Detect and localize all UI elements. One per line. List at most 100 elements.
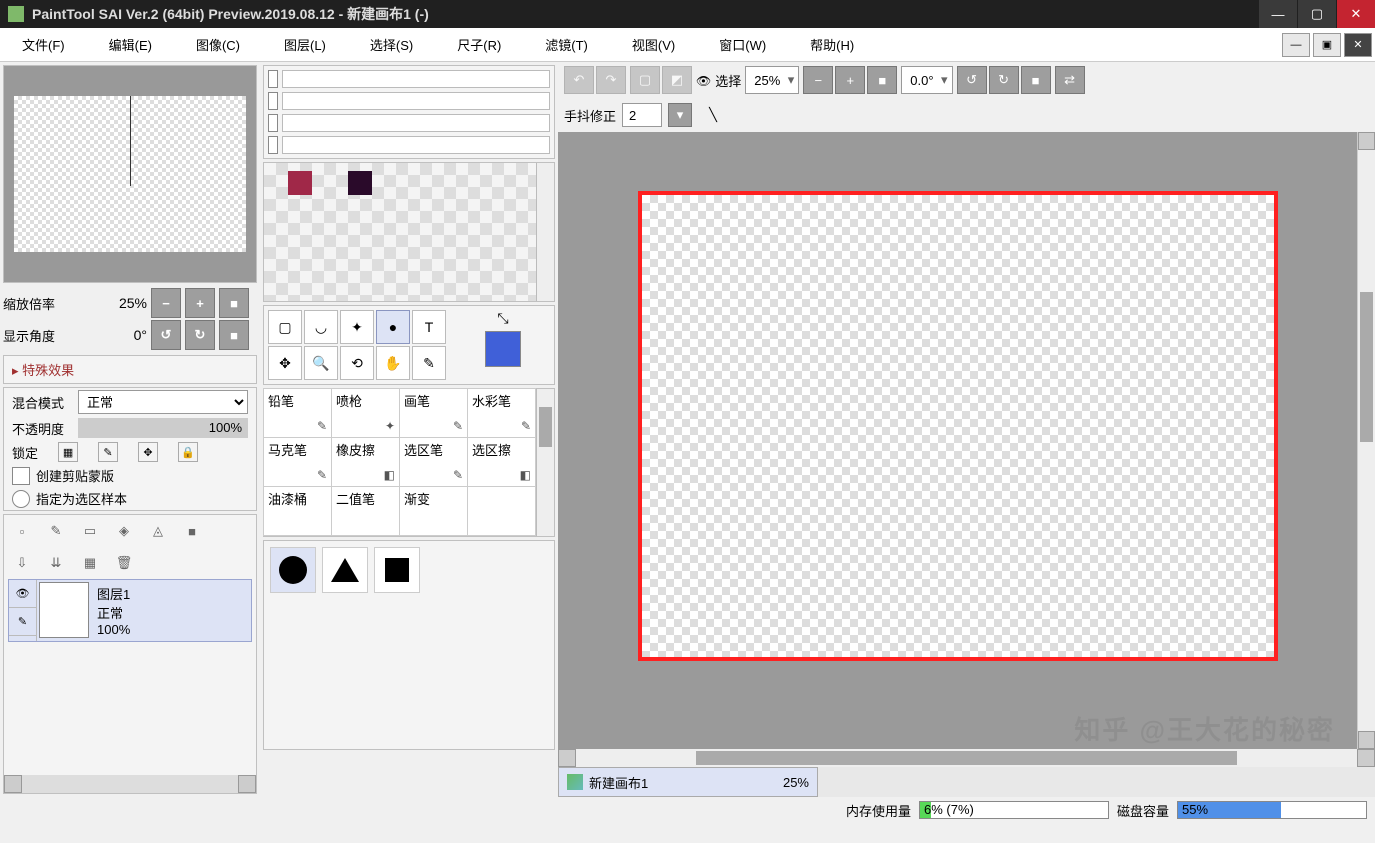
swatch-1[interactable]: [288, 171, 312, 195]
document-tab[interactable]: 新建画布1 25%: [558, 767, 818, 797]
swatch-2[interactable]: [348, 171, 372, 195]
canvas-viewport[interactable]: [558, 132, 1357, 749]
clipping-mask-checkbox[interactable]: [12, 467, 30, 485]
eyedropper-tool-icon[interactable]: ✎: [412, 346, 446, 380]
brush-gradient[interactable]: 渐变: [399, 486, 468, 536]
marquee-tool-icon[interactable]: ▢: [268, 310, 302, 344]
sub-close-button[interactable]: ✕: [1344, 33, 1372, 57]
swap-colors-icon[interactable]: ⤡: [497, 310, 508, 327]
swatch-scrollbar[interactable]: [536, 163, 554, 301]
zoom-reset-button[interactable]: ■: [219, 288, 249, 318]
canvas-rotate-reset-button[interactable]: ■: [1021, 66, 1051, 94]
minimize-button[interactable]: —: [1259, 0, 1297, 28]
menu-filter[interactable]: 滤镜(T): [523, 28, 610, 61]
brush-seleraser[interactable]: 选区擦◧: [467, 437, 536, 487]
shape-triangle[interactable]: [322, 547, 368, 593]
brush-binary[interactable]: 二值笔: [331, 486, 400, 536]
slider-1[interactable]: [268, 70, 278, 88]
stabilizer-value[interactable]: 2: [622, 103, 662, 127]
brush-pencil[interactable]: 铅笔✎: [263, 388, 332, 438]
brush-marker[interactable]: 马克笔✎: [263, 437, 332, 487]
menu-layer[interactable]: 图层(L): [262, 28, 348, 61]
rotate-ccw-button[interactable]: ↺: [151, 320, 181, 350]
hand-tool-icon[interactable]: ✋: [376, 346, 410, 380]
menu-view[interactable]: 视图(V): [610, 28, 697, 61]
brush-scrollbar[interactable]: [536, 389, 554, 536]
rotate-cw-button[interactable]: ↻: [185, 320, 215, 350]
canvas-rotate-cw-button[interactable]: ↻: [989, 66, 1019, 94]
menu-help[interactable]: 帮助(H): [788, 28, 876, 61]
canvas-zoom-out-button[interactable]: −: [803, 66, 833, 94]
maximize-button[interactable]: ▢: [1298, 0, 1336, 28]
lock-paint-icon[interactable]: ✎: [98, 442, 118, 462]
canvas-zoom-fit-button[interactable]: ■: [867, 66, 897, 94]
canvas-zoom-in-button[interactable]: +: [835, 66, 865, 94]
zoom-tool-icon[interactable]: 🔍: [304, 346, 338, 380]
slider-2[interactable]: [268, 92, 278, 110]
menu-edit[interactable]: 编辑(E): [87, 28, 174, 61]
canvas[interactable]: [638, 191, 1278, 661]
magic-wand-tool-icon[interactable]: ✦: [340, 310, 374, 344]
new-linework-icon[interactable]: ✎: [46, 521, 66, 541]
menu-select[interactable]: 选择(S): [348, 28, 435, 61]
merge-down-icon[interactable]: ⇊: [46, 553, 66, 573]
layer-item[interactable]: 👁 ✎ 图层1 正常 100%: [8, 579, 252, 642]
slider-3[interactable]: [268, 114, 278, 132]
flip-button[interactable]: ⇄: [1055, 66, 1085, 94]
layer-mask-icon[interactable]: ◈: [114, 521, 134, 541]
menu-ruler[interactable]: 尺子(R): [435, 28, 523, 61]
lock-move-icon[interactable]: ✥: [138, 442, 158, 462]
zoom-out-button[interactable]: −: [151, 288, 181, 318]
rotate-reset-button[interactable]: ■: [219, 320, 249, 350]
transfer-down-icon[interactable]: ⇩: [12, 553, 32, 573]
canvas-scrollbar-vertical[interactable]: [1357, 132, 1375, 749]
lock-all-icon[interactable]: 🔒: [178, 442, 198, 462]
layer-scrollbar[interactable]: [4, 775, 256, 793]
blend-mode-select[interactable]: 正常: [78, 390, 248, 414]
text-tool-icon[interactable]: T: [412, 310, 446, 344]
sub-restore-button[interactable]: ▣: [1313, 33, 1341, 57]
layer-edit-icon[interactable]: ✎: [9, 608, 36, 636]
clear-layer-icon[interactable]: ◬: [148, 521, 168, 541]
angle-select[interactable]: 0.0°: [901, 66, 952, 94]
brush-selpen[interactable]: 选区笔✎: [399, 437, 468, 487]
menu-window[interactable]: 窗口(W): [697, 28, 788, 61]
canvas-rotate-ccw-button[interactable]: ↺: [957, 66, 987, 94]
rotate-tool-icon[interactable]: ⟲: [340, 346, 374, 380]
flatten-icon[interactable]: ▦: [80, 553, 100, 573]
navigator-panel[interactable]: [3, 65, 257, 283]
brush-airbrush[interactable]: 喷枪✦: [331, 388, 400, 438]
effects-header[interactable]: 特殊效果: [4, 356, 256, 383]
move-tool-icon[interactable]: ✥: [268, 346, 302, 380]
foreground-color[interactable]: [485, 331, 521, 367]
brush-bucket[interactable]: 油漆桶: [263, 486, 332, 536]
deselect-button[interactable]: ▢: [630, 66, 660, 94]
menu-file[interactable]: 文件(F): [0, 28, 87, 61]
close-button[interactable]: ✕: [1337, 0, 1375, 28]
slider-4[interactable]: [268, 136, 278, 154]
zoom-select[interactable]: 25%: [745, 66, 799, 94]
undo-button[interactable]: ↶: [564, 66, 594, 94]
new-layer-icon[interactable]: ▫: [12, 521, 32, 541]
selection-source-radio[interactable]: [12, 490, 30, 508]
shape-circle[interactable]: [270, 547, 316, 593]
brush-empty[interactable]: [467, 486, 536, 536]
brush-watercolor[interactable]: 水彩笔✎: [467, 388, 536, 438]
brush-eraser[interactable]: 橡皮擦◧: [331, 437, 400, 487]
redo-button[interactable]: ↷: [596, 66, 626, 94]
layer-visibility-icon[interactable]: 👁: [9, 580, 36, 608]
stabilizer-dropdown[interactable]: ▾: [668, 103, 692, 127]
delete-layer-icon[interactable]: 🗑: [114, 553, 134, 573]
new-folder-icon[interactable]: ▭: [80, 521, 100, 541]
lasso-tool-icon[interactable]: ◡: [304, 310, 338, 344]
shape-square[interactable]: [374, 547, 420, 593]
brush-brush[interactable]: 画笔✎: [399, 388, 468, 438]
invert-sel-button[interactable]: ◩: [662, 66, 692, 94]
flat-square-icon[interactable]: ■: [182, 521, 202, 541]
brush-tool-icon[interactable]: ●: [376, 310, 410, 344]
zoom-in-button[interactable]: +: [185, 288, 215, 318]
canvas-scrollbar-horizontal[interactable]: [558, 749, 1375, 767]
lock-pixels-icon[interactable]: ▦: [58, 442, 78, 462]
line-tool-icon[interactable]: ╲: [698, 107, 728, 123]
sub-minimize-button[interactable]: —: [1282, 33, 1310, 57]
